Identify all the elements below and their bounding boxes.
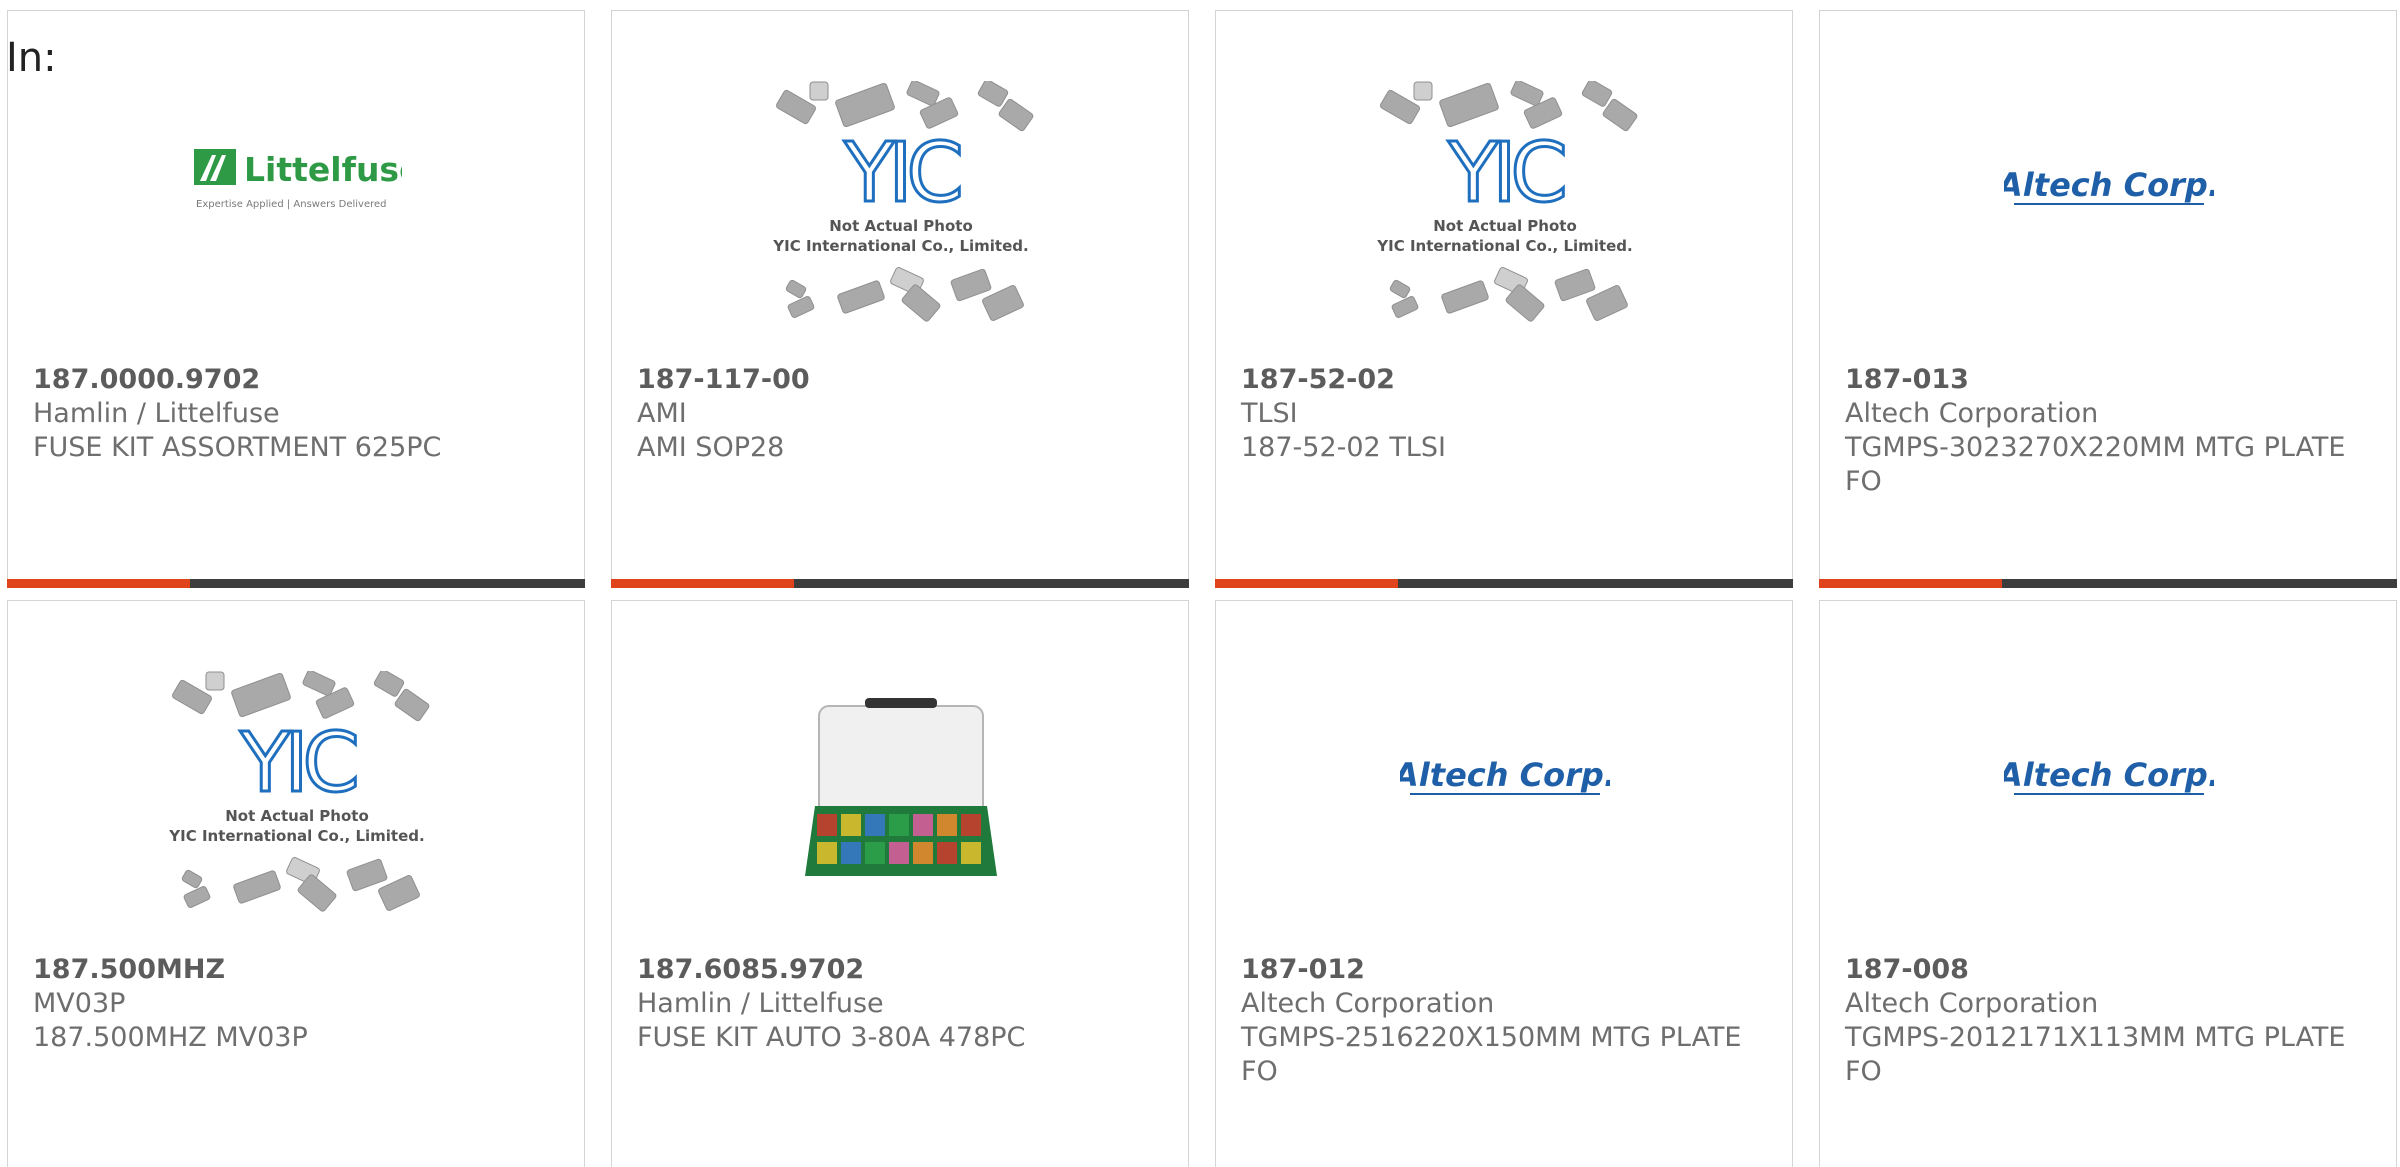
dark-bar-segment	[2002, 579, 2397, 588]
product-info: 187-008 Altech Corporation TGMPS-2012171X1…	[1845, 953, 2376, 1089]
description: FUSE KIT AUTO 3-80A 478PC	[637, 1022, 1026, 1053]
product-card[interactable]: Littelfuse Expertise Applied | Answers De…	[7, 10, 585, 588]
product-info: 187-013 Altech Corporation TGMPS-3023270X2…	[1845, 363, 2376, 499]
part-number[interactable]: 187.500MHZ	[33, 953, 564, 987]
product-info: 187.6085.9702 Hamlin / Littelfuse FUSE KIT…	[637, 953, 1168, 1055]
part-number[interactable]: 187.6085.9702	[637, 953, 1168, 987]
product-thumbnail[interactable]: Altech Corp.	[1820, 11, 2398, 361]
altech-wordmark: Altech Corp.	[1400, 756, 1610, 794]
product-info: 187-52-02 TLSI 187-52-02 TLSI	[1241, 363, 1772, 465]
manufacturer: TLSI	[1241, 398, 1298, 429]
description: 187.500MHZ MV03P	[33, 1022, 308, 1053]
manufacturer: AMI	[637, 398, 687, 429]
product-thumbnail[interactable]: YIC Not Actual Photo YIC International Co.…	[612, 11, 1190, 381]
product-thumbnail[interactable]: Altech Corp.	[1216, 601, 1794, 951]
accent-bar-segment	[1819, 579, 2002, 588]
card-footer-bar	[1215, 579, 1793, 588]
company-caption: YIC International Co., Limited.	[1376, 237, 1632, 255]
manufacturer: Hamlin / Littelfuse	[33, 398, 280, 429]
not-actual-photo-caption: Not Actual Photo	[1433, 217, 1577, 235]
not-actual-photo-caption: Not Actual Photo	[225, 807, 369, 825]
part-number[interactable]: 187-012	[1241, 953, 1772, 987]
product-thumbnail[interactable]: Altech Corp.	[1820, 601, 2398, 951]
product-thumbnail[interactable]	[612, 601, 1190, 951]
card-footer-bar	[7, 579, 585, 588]
part-number[interactable]: 187.0000.9702	[33, 363, 564, 397]
product-card[interactable]: Altech Corp. 187-012 Altech Corporation TGM…	[1215, 600, 1793, 1167]
yic-logo: YIC	[843, 126, 959, 221]
not-actual-photo-caption: Not Actual Photo	[829, 217, 973, 235]
manufacturer: Altech Corporation	[1241, 988, 1495, 1019]
product-thumbnail[interactable]: Littelfuse Expertise Applied | Answers De…	[8, 11, 586, 361]
product-image: YICNot Actual Photo YIC International Co.…	[1376, 81, 1638, 322]
manufacturer: MV03P	[33, 988, 126, 1019]
description: AMI SOP28	[637, 432, 785, 463]
altech-wordmark: Altech Corp.	[2004, 166, 2214, 204]
product-card[interactable]: Altech Corp. 187-013 Altech Corporation TGM…	[1819, 10, 2397, 588]
part-number[interactable]: 187-52-02	[1241, 363, 1772, 397]
filter-label: In:	[6, 35, 57, 81]
altech-wordmark: Altech Corp.	[2004, 756, 2214, 794]
product-card[interactable]: Altech Corp. 187-008 Altech Corporation TGM…	[1819, 600, 2397, 1167]
manufacturer: Altech Corporation	[1845, 988, 2099, 1019]
card-footer-bar	[611, 579, 1189, 588]
part-number[interactable]: 187-008	[1845, 953, 2376, 987]
altech-logo: Altech Corp.	[2004, 166, 2214, 205]
dark-bar-segment	[1398, 579, 1793, 588]
product-thumbnail[interactable]: YIC Not Actual Photo YIC International Co.…	[8, 601, 586, 971]
product-info: 187.500MHZ MV03P 187.500MHZ MV03P	[33, 953, 564, 1055]
company-caption: YIC International Co., Limited.	[772, 237, 1028, 255]
accent-bar-segment	[1215, 579, 1398, 588]
yic-logo: YIC	[239, 716, 355, 811]
product-card[interactable]: YIC Not Actual Photo YIC International Co.…	[7, 600, 585, 1167]
card-footer-bar	[1819, 579, 2397, 588]
product-thumbnail[interactable]: YIC Not Actual Photo YIC International Co.…	[1216, 11, 1794, 381]
product-card[interactable]: 187.6085.9702 Hamlin / Littelfuse FUSE KIT…	[611, 600, 1189, 1167]
accent-bar-segment	[7, 579, 190, 588]
dark-bar-segment	[190, 579, 585, 588]
description: TGMPS-3023270X220MM MTG PLATE FO	[1845, 432, 2346, 497]
product-grid: In: Littelfuse Expertise Applied | Answer…	[0, 0, 2400, 1167]
part-number[interactable]: 187-117-00	[637, 363, 1168, 397]
manufacturer: Altech Corporation	[1845, 398, 2099, 429]
accent-bar-segment	[611, 579, 794, 588]
dark-bar-segment	[794, 579, 1189, 588]
product-card[interactable]: YIC Not Actual Photo YIC International Co.…	[611, 10, 1189, 588]
fuse-kit-photo	[805, 698, 997, 876]
littelfuse-tagline: Expertise Applied | Answers Delivered	[196, 199, 387, 210]
description: 187-52-02 TLSI	[1241, 432, 1446, 463]
product-image: YICNot Actual Photo YIC International Co.…	[168, 671, 430, 912]
altech-logo: Altech Corp.	[2004, 756, 2214, 795]
product-info: 187-012 Altech Corporation TGMPS-2516220X1…	[1241, 953, 1772, 1089]
altech-logo: Altech Corp.	[1400, 756, 1610, 795]
littelfuse-wordmark: Littelfuse	[244, 150, 402, 189]
product-info: 187.0000.9702 Hamlin / Littelfuse FUSE KIT…	[33, 363, 564, 465]
product-card[interactable]: YIC Not Actual Photo YIC International Co.…	[1215, 10, 1793, 588]
part-number[interactable]: 187-013	[1845, 363, 2376, 397]
product-image: YICNot Actual Photo YIC International Co.…	[772, 81, 1034, 322]
yic-logo: YIC	[1447, 126, 1563, 221]
description: TGMPS-2012171X113MM MTG PLATE FO	[1845, 1022, 2346, 1087]
description: TGMPS-2516220X150MM MTG PLATE FO	[1241, 1022, 1742, 1087]
littelfuse-logo: Littelfuse Expertise Applied | Answers De…	[194, 149, 402, 210]
company-caption: YIC International Co., Limited.	[168, 827, 424, 845]
manufacturer: Hamlin / Littelfuse	[637, 988, 884, 1019]
description: FUSE KIT ASSORTMENT 625PC	[33, 432, 442, 463]
product-info: 187-117-00 AMI AMI SOP28	[637, 363, 1168, 465]
